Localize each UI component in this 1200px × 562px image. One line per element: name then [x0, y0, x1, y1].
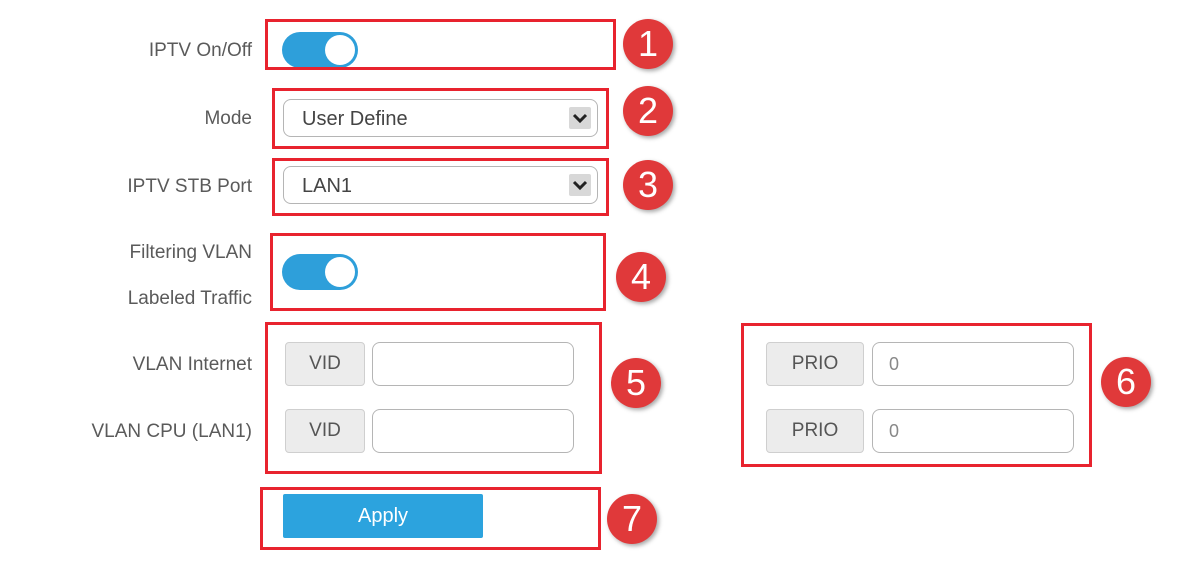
callout-badge-3: 3: [623, 160, 673, 210]
callout-badge-7: 7: [607, 494, 657, 544]
iptv-toggle-label: IPTV On/Off: [148, 40, 252, 61]
callout-box-3: [272, 158, 609, 216]
callout-box-1: [265, 19, 616, 70]
callout-badge-1: 1: [623, 19, 673, 69]
callout-box-7: [260, 487, 601, 550]
callout-badge-6: 6: [1101, 357, 1151, 407]
filtering-label-line1: Filtering VLAN: [129, 242, 253, 263]
vlan-internet-label: VLAN Internet: [132, 354, 252, 375]
filtering-label-line2: Labeled Traffic: [127, 288, 252, 309]
mode-label: Mode: [204, 108, 252, 129]
callout-box-6: [741, 323, 1092, 467]
callout-badge-4: 4: [616, 252, 666, 302]
vlan-cpu-label: VLAN CPU (LAN1): [91, 421, 253, 442]
callout-box-5: [265, 322, 602, 474]
callout-badge-2: 2: [623, 86, 673, 136]
callout-badge-5: 5: [611, 358, 661, 408]
callout-box-4: [270, 233, 606, 311]
callout-box-2: [272, 88, 609, 149]
stb-port-label: IPTV STB Port: [127, 176, 252, 197]
